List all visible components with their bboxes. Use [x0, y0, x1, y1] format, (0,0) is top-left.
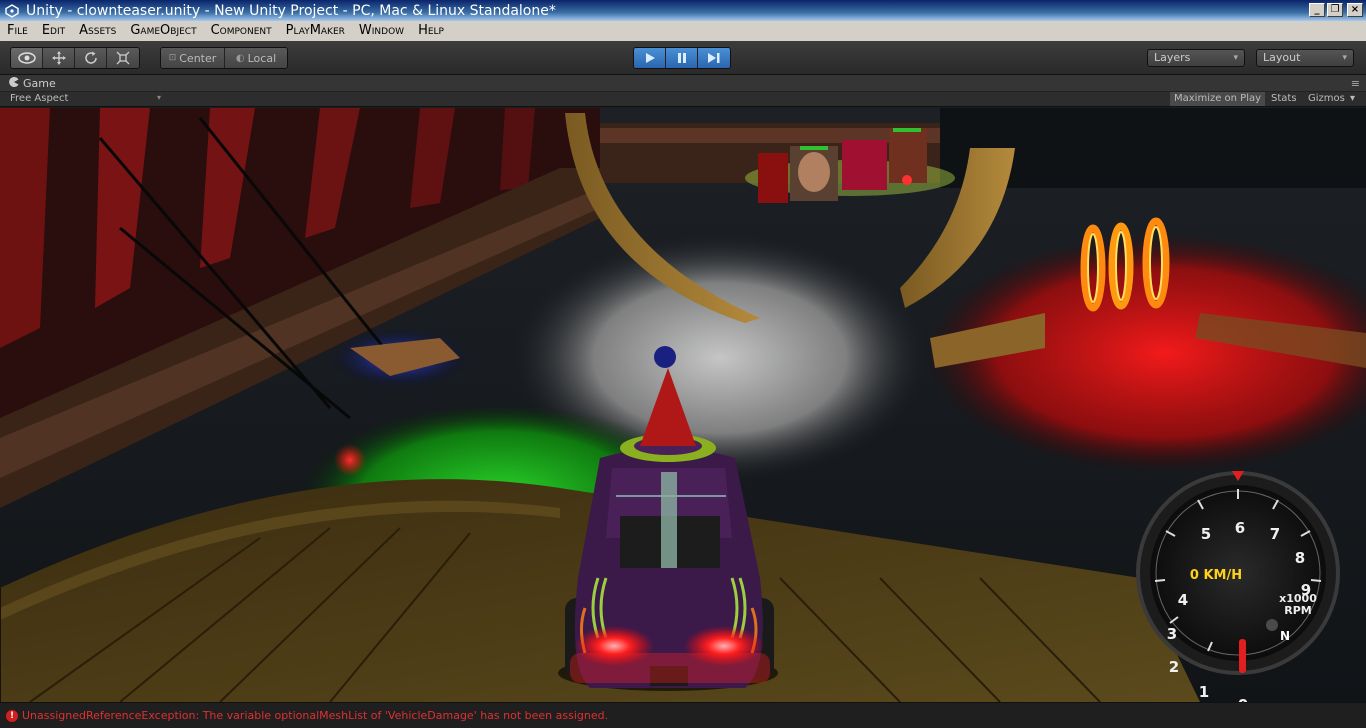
layout-dropdown[interactable]: Layout ▾: [1256, 49, 1354, 67]
dial-number: 6: [1235, 519, 1245, 537]
unity-logo-icon: [4, 3, 20, 19]
maximize-on-play-toggle[interactable]: Maximize on Play: [1170, 92, 1266, 106]
chevron-down-icon: ▾: [1233, 53, 1238, 63]
gizmos-dropdown[interactable]: Gizmos: [1304, 92, 1349, 106]
dial-number: 1: [1199, 683, 1209, 701]
speed-readout: 0 KM/H: [1190, 568, 1242, 583]
menu-gameobject[interactable]: GameObject: [123, 21, 203, 41]
play-icon: [645, 53, 655, 63]
pacman-icon: [9, 76, 19, 90]
menu-window[interactable]: Window: [352, 21, 411, 41]
close-button[interactable]: ×: [1347, 3, 1363, 17]
rotate-icon: [84, 51, 97, 64]
dial-number: 2: [1169, 658, 1179, 676]
play-button[interactable]: [634, 48, 666, 68]
dial-number: 3: [1167, 625, 1177, 643]
error-message: UnassignedReferenceException: The variab…: [22, 709, 609, 722]
window-titlebar: Unity - clownteaser.unity - New Unity Pr…: [0, 0, 1366, 21]
menu-playmaker[interactable]: PlayMaker: [279, 21, 352, 41]
menu-assets[interactable]: Assets: [72, 21, 123, 41]
maximize-button[interactable]: ❐: [1327, 3, 1343, 17]
pause-icon: [677, 53, 686, 63]
chevron-down-icon: ▾: [1350, 93, 1356, 104]
gear-indicator: N: [1280, 629, 1290, 643]
pivot-toggles: ⊡ Center ◐ Local: [160, 47, 288, 69]
dial-number: 5: [1201, 525, 1211, 543]
center-icon: ⊡: [168, 53, 177, 63]
transform-tools: [10, 47, 140, 69]
chevron-down-icon: ▾: [1342, 53, 1347, 63]
dial-number: 8: [1295, 549, 1305, 567]
pivot-center-button[interactable]: ⊡ Center: [161, 48, 225, 68]
pivot-local-button[interactable]: ◐ Local: [225, 48, 287, 68]
aspect-dropdown[interactable]: Free Aspect: [10, 93, 68, 104]
move-tool-button[interactable]: [43, 48, 75, 68]
game-tab-bar: Game ≡: [0, 75, 1366, 92]
menu-component[interactable]: Component: [204, 21, 279, 41]
dial-number: 7: [1270, 525, 1280, 543]
menu-bar: File Edit Assets GameObject Component Pl…: [0, 21, 1366, 41]
view-tool-button[interactable]: [11, 48, 43, 68]
step-icon: [708, 53, 720, 63]
console-status-bar[interactable]: ! UnassignedReferenceException: The vari…: [0, 702, 1366, 728]
scale-icon: [116, 51, 130, 65]
main-toolbar: ⊡ Center ◐ Local Layers ▾ Layout ▾: [0, 41, 1366, 75]
rotate-tool-button[interactable]: [75, 48, 107, 68]
layers-label: Layers: [1154, 51, 1191, 64]
scale-tool-button[interactable]: [107, 48, 139, 68]
menu-edit[interactable]: Edit: [35, 21, 72, 41]
error-icon: !: [6, 709, 18, 722]
game-scene: 0 1 2 3 4 5 6 7 8 9 0 KM/H x1000 RPM N: [0, 108, 1366, 702]
gauge-knob-icon: [1266, 619, 1278, 631]
tab-game[interactable]: Game: [0, 76, 56, 90]
layers-dropdown[interactable]: Layers ▾: [1147, 49, 1245, 67]
window-title: Unity - clownteaser.unity - New Unity Pr…: [26, 2, 556, 19]
menu-help[interactable]: Help: [411, 21, 451, 41]
pivot-center-label: Center: [179, 51, 217, 65]
speed-needle: [1239, 639, 1246, 673]
pivot-local-label: Local: [247, 51, 277, 65]
move-arrows-icon: [51, 51, 66, 65]
tab-game-label: Game: [23, 76, 56, 90]
local-icon: ◐: [235, 52, 245, 64]
step-button[interactable]: [698, 48, 730, 68]
game-viewport[interactable]: 0 1 2 3 4 5 6 7 8 9 0 KM/H x1000 RPM N: [0, 108, 1366, 702]
chevron-down-icon: ▾: [157, 93, 162, 102]
play-controls: [633, 47, 731, 69]
panel-menu-icon[interactable]: ≡: [1351, 77, 1360, 90]
eye-icon: [17, 52, 36, 64]
layout-label: Layout: [1263, 51, 1301, 64]
rpm-unit-label: RPM: [1284, 604, 1311, 617]
dial-number: 4: [1178, 591, 1188, 609]
menu-file[interactable]: File: [0, 21, 35, 41]
game-view-toolbar: Free Aspect ▾ Maximize on Play Stats Giz…: [0, 92, 1366, 107]
pause-button[interactable]: [666, 48, 698, 68]
stats-toggle[interactable]: Stats: [1267, 92, 1301, 106]
minimize-button[interactable]: _: [1309, 3, 1325, 17]
